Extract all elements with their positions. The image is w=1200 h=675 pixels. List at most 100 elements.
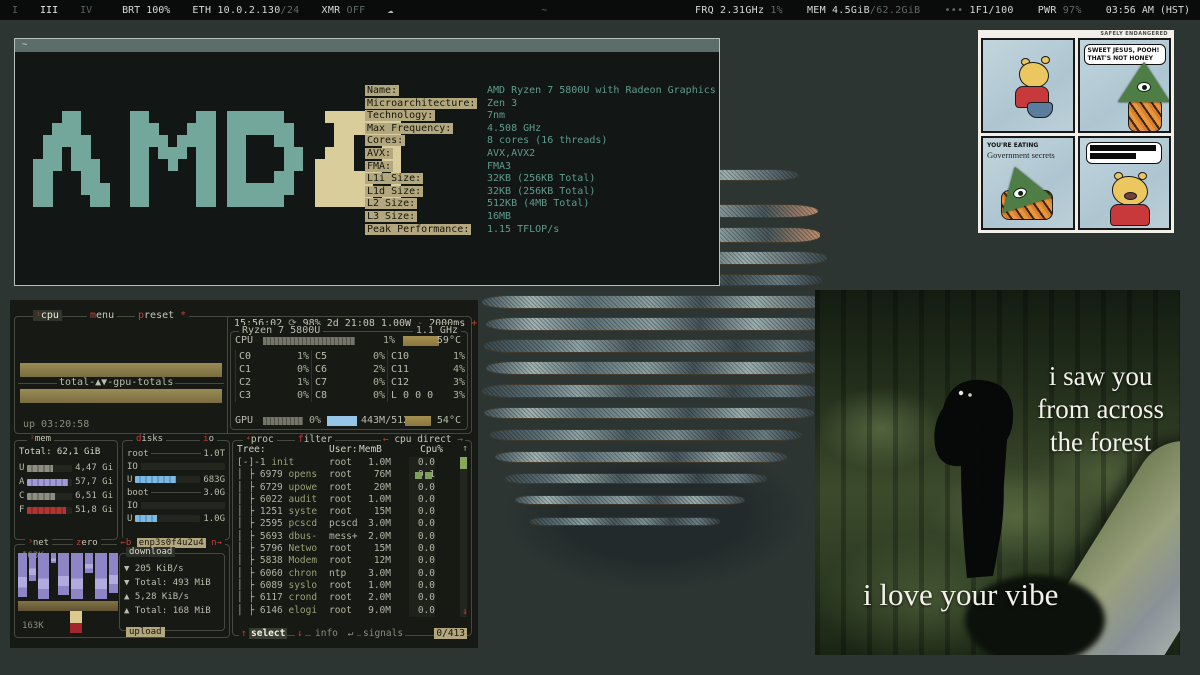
core-name: C1: [239, 364, 251, 375]
mem-row-key: A: [19, 477, 24, 487]
proc-tree: │ ├ 5693: [237, 531, 288, 542]
logo-pixel: [71, 123, 81, 135]
proc-row[interactable]: │ ├ 6022 auditroot1.0M0.0: [237, 494, 465, 506]
logo-pixel: [236, 147, 246, 159]
cpu-graph-divider-label[interactable]: total-▲▼-gpu-totals: [57, 377, 175, 388]
proc-col-mem[interactable]: MemB: [359, 444, 382, 455]
logo-pixel: [334, 159, 344, 171]
proc-scroll-up-icon[interactable]: ↑: [462, 443, 468, 454]
tab-disks[interactable]: disks: [133, 434, 166, 444]
proc-name: elogi: [288, 605, 317, 616]
logo-pixel: [284, 183, 294, 195]
select-down-icon[interactable]: ↓: [295, 628, 305, 639]
logo-pixel: [139, 171, 149, 183]
gpu-temp: 54°C: [437, 414, 461, 427]
proc-col-user[interactable]: User:: [329, 444, 358, 455]
proc-scrollbar[interactable]: [460, 457, 467, 617]
interval-plus-button[interactable]: +: [471, 318, 477, 329]
logo-pixel: [52, 159, 62, 171]
proc-name: syste: [288, 506, 317, 517]
illuminati-eye: [1137, 82, 1151, 92]
tab-menu[interactable]: menu: [87, 310, 117, 321]
cpu-info-label: Cores:: [365, 135, 405, 146]
tab-cpu[interactable]: ¹cpu: [33, 310, 62, 321]
logo-pixel: [344, 171, 354, 183]
proc-row[interactable]: │ ├ 1251 systeroot15M0.0: [237, 506, 465, 518]
workspace-4[interactable]: IV: [80, 5, 92, 16]
logo-pixel: [353, 111, 363, 123]
logo-pixel: [325, 159, 335, 171]
core-cell: C62%: [311, 363, 387, 376]
tab-mem[interactable]: ²mem: [27, 434, 54, 444]
shell-indicator: ~: [541, 5, 547, 16]
logo-pixel: [196, 171, 206, 183]
cloud-icon: ☁: [387, 5, 393, 16]
select-button[interactable]: select: [249, 628, 287, 639]
core-pct: 3%: [453, 376, 465, 389]
net-bar: [38, 553, 49, 599]
net-zero-button[interactable]: zero: [73, 538, 101, 548]
proc-row[interactable]: │ ├ 6089 sysloroot1.0M0.0: [237, 580, 465, 592]
cpu-temp: 59°C: [437, 334, 461, 347]
logo-pixel: [130, 147, 140, 159]
proc-row[interactable]: [-]-1 initroot1.0M0.0: [237, 457, 465, 469]
proc-row[interactable]: │ ├ 6729 upoweroot20M0.0: [237, 482, 465, 494]
proc-row[interactable]: │ ├ 6060 chronntp3.0M0.0: [237, 568, 465, 580]
cpu-info-label: Technology:: [365, 110, 435, 121]
wallpaper-stripe: [482, 296, 834, 308]
proc-user: root: [329, 482, 352, 494]
proc-row[interactable]: │ ├ 5693 dbus-mess+2.0M0.0: [237, 531, 465, 543]
mem-row-value: 51,8 Gi: [75, 505, 113, 515]
proc-scroll-thumb[interactable]: [460, 457, 467, 469]
logo-pixel: [334, 183, 344, 195]
cpu-info-label: Name:: [365, 85, 399, 96]
net-zero-label: ero: [81, 538, 97, 548]
mem-total: Total: 62,1 GiB: [19, 447, 113, 461]
logo-pixel: [43, 147, 53, 159]
tab-net[interactable]: ³net: [25, 538, 52, 548]
cpu-info-value: Zen 3: [487, 98, 517, 109]
cpu-total-row: CPU 1% 59°C: [235, 334, 463, 347]
mem-row: A 57,7 Gi: [19, 475, 113, 489]
signals-button[interactable]: signals: [361, 628, 405, 639]
tab-io[interactable]: io: [200, 434, 217, 444]
comic-panel-4: [1078, 136, 1172, 231]
logo-pixel: [43, 159, 53, 171]
proc-scroll-down-icon[interactable]: ↓: [462, 606, 468, 617]
btop-cpu-box: ¹cpu menu preset * total-▲▼-gpu-totals u…: [14, 316, 472, 434]
cpu-info-row: L2 Size:512KB (4MB Total): [365, 198, 477, 211]
proc-row[interactable]: │ ├ 6979 opensroot76M0.1: [237, 469, 465, 481]
workspace-1[interactable]: I: [12, 5, 18, 16]
logo-pixel: [344, 147, 354, 159]
select-up-icon[interactable]: ↑: [239, 628, 249, 639]
logo-pixel: [265, 123, 275, 135]
proc-row[interactable]: │ ├ 6146 elogiroot9.0M0.0: [237, 605, 465, 617]
logo-pixel: [196, 183, 206, 195]
workspace-3[interactable]: III: [40, 5, 58, 16]
proc-name: Netwo: [288, 543, 317, 554]
info-button[interactable]: info ↵: [311, 628, 357, 639]
core-cell: C01%: [235, 350, 311, 363]
proc-row[interactable]: │ ├ 2595 pcscdpcscd3.0M0.0: [237, 518, 465, 530]
core-cell: C10%: [235, 363, 311, 376]
mem-row-value: 57,7 Gi: [75, 477, 113, 487]
proc-col-cpu[interactable]: Cpu%: [420, 444, 443, 455]
logo-pixel: [227, 159, 237, 171]
net-next-button[interactable]: n→: [211, 538, 222, 548]
net-download-bars: [18, 553, 118, 599]
proc-mem: 1.0M: [355, 580, 391, 592]
core-name: C12: [391, 377, 409, 388]
proc-col-tree[interactable]: Tree:: [237, 444, 266, 455]
proc-row[interactable]: │ ├ 5796 Networoot15M0.0: [237, 543, 465, 555]
terminal-titlebar[interactable]: ~: [15, 39, 719, 52]
battery-dots-icon: •••: [944, 5, 963, 16]
proc-mem: 1.0M: [355, 457, 391, 469]
logo-pixel: [274, 183, 284, 195]
proc-row[interactable]: │ ├ 5838 Modemroot12M0.0: [237, 555, 465, 567]
tab-preset[interactable]: preset *: [135, 310, 189, 321]
proc-tree: │ ├ 6729: [237, 482, 288, 493]
comic-panel-3: YOU'RE EATING Government secrets: [981, 136, 1075, 231]
proc-row[interactable]: │ ├ 6117 crondroot2.0M0.0: [237, 592, 465, 604]
logo-pixel: [325, 183, 335, 195]
core-cell: C30%: [235, 389, 311, 402]
